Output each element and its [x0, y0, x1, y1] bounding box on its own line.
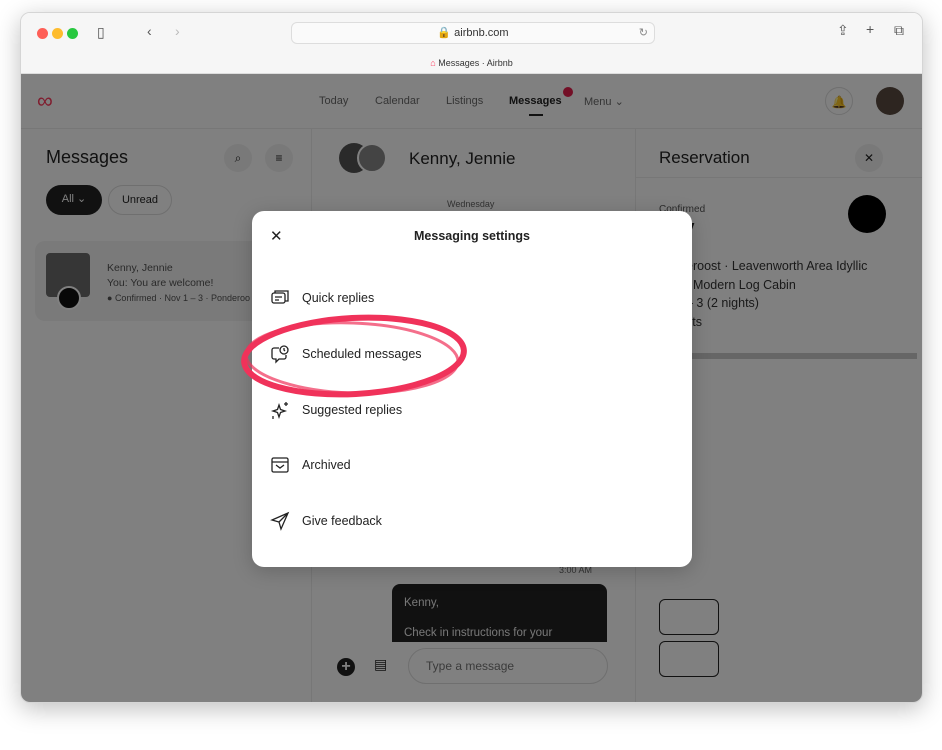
address-bar[interactable]: 🔒 airbnb.com ↻	[291, 22, 655, 44]
forward-icon[interactable]: ›	[175, 23, 180, 39]
filter-all[interactable]: All ⌄	[46, 185, 102, 215]
airbnb-logo[interactable]: ∞	[37, 88, 53, 114]
add-attachment-icon[interactable]: +	[337, 658, 355, 676]
close-icon[interactable]: ✕	[855, 144, 883, 172]
guest-count: sts	[686, 314, 702, 329]
reload-icon[interactable]: ↻	[639, 23, 648, 43]
archive-icon	[271, 457, 289, 473]
participant-avatar	[357, 143, 387, 173]
menu-item-label: Quick replies	[302, 291, 375, 305]
notifications-bell-icon[interactable]: 🔔	[825, 87, 853, 115]
nav-today[interactable]: Today	[319, 95, 348, 107]
url-text: airbnb.com	[454, 27, 509, 39]
guest-avatar	[57, 286, 81, 310]
filter-all-label: All	[61, 193, 74, 205]
menu-item-quick-replies[interactable]: Quick replies	[270, 288, 374, 308]
sparkle-icon	[270, 402, 288, 420]
action-button[interactable]	[659, 599, 719, 635]
thread-preview: You: You are welcome!	[107, 277, 214, 289]
bubble-line: Kenny,	[404, 597, 439, 609]
share-icon[interactable]: ⇪	[837, 22, 849, 39]
filter-unread[interactable]: Unread	[108, 185, 172, 215]
nav-listings[interactable]: Listings	[446, 95, 483, 107]
menu-item-label: Archived	[302, 458, 351, 472]
search-icon[interactable]: ⌕	[224, 144, 252, 172]
nav-messages[interactable]: Messages	[509, 95, 562, 107]
thread-text: Kenny, Jennie You: You are welcome! ● Co…	[107, 262, 251, 303]
reservation-title: Reservation	[659, 148, 750, 167]
sidebar-toggle-icon[interactable]: ▯	[97, 24, 105, 41]
tab-title[interactable]: ⌂ Messages · Airbnb	[21, 58, 922, 68]
menu-item-label: Suggested replies	[302, 403, 403, 417]
menu-item-suggested-replies[interactable]: Suggested replies	[270, 400, 402, 420]
menu-item-give-feedback[interactable]: Give feedback	[270, 511, 382, 531]
active-indicator	[529, 114, 543, 116]
tabs-overview-icon[interactable]: ⧉	[894, 22, 904, 39]
highlight-circle-annotation	[241, 314, 467, 398]
close-window-button[interactable]	[37, 28, 48, 39]
action-button[interactable]	[659, 641, 719, 677]
quick-replies-icon[interactable]: ▤	[374, 656, 387, 673]
minimize-window-button[interactable]	[52, 28, 63, 39]
send-icon	[270, 511, 290, 531]
day-divider: Wednesday	[447, 199, 495, 209]
unread-badge	[563, 87, 573, 97]
top-nav: ∞ Today Calendar Listings Messages Menu …	[21, 74, 922, 129]
messages-title: Messages	[46, 147, 129, 167]
guest-avatar	[848, 195, 886, 233]
profile-avatar[interactable]	[876, 87, 904, 115]
new-tab-icon[interactable]: +	[866, 21, 874, 37]
reservation-details: eroost · Leavenworth Area Idyllic : Mode…	[686, 257, 867, 331]
tab-title-text: Messages · Airbnb	[438, 58, 513, 68]
browser-window: ▯ ‹ › 🔒 airbnb.com ↻ ⇪ + ⧉ ⌂ Messages · A…	[20, 12, 923, 703]
zoom-window-button[interactable]	[67, 28, 78, 39]
listing-subtitle: : Modern Log Cabin	[686, 277, 796, 292]
nav-menu-label: Menu	[584, 96, 612, 108]
stay-dates: – 3 (2 nights)	[686, 296, 759, 310]
quick-replies-icon	[271, 290, 289, 304]
conversation-title: Kenny, Jennie	[409, 149, 516, 168]
message-bubble: Kenny, Check in instructions for your	[392, 584, 607, 642]
thread-meta: Confirmed · Nov 1 – 3 · Ponderoo	[114, 293, 251, 303]
message-input[interactable]	[408, 648, 608, 684]
nav-menu[interactable]: Menu ⌄	[584, 95, 624, 108]
bubble-line: Check in instructions for your	[404, 627, 553, 639]
modal-title: Messaging settings	[414, 229, 530, 243]
back-icon[interactable]: ‹	[147, 23, 152, 39]
nav-calendar[interactable]: Calendar	[375, 95, 420, 107]
thread-name: Kenny, Jennie	[107, 262, 173, 274]
listing-name: eroost · Leavenworth Area Idyllic	[686, 259, 868, 273]
filter-settings-icon[interactable]: ≡	[265, 144, 293, 172]
browser-toolbar: ▯ ‹ › 🔒 airbnb.com ↻ ⇪ + ⧉ ⌂ Messages · A…	[21, 13, 922, 74]
menu-item-label: Give feedback	[302, 514, 382, 528]
menu-item-archived[interactable]: Archived	[270, 455, 351, 475]
